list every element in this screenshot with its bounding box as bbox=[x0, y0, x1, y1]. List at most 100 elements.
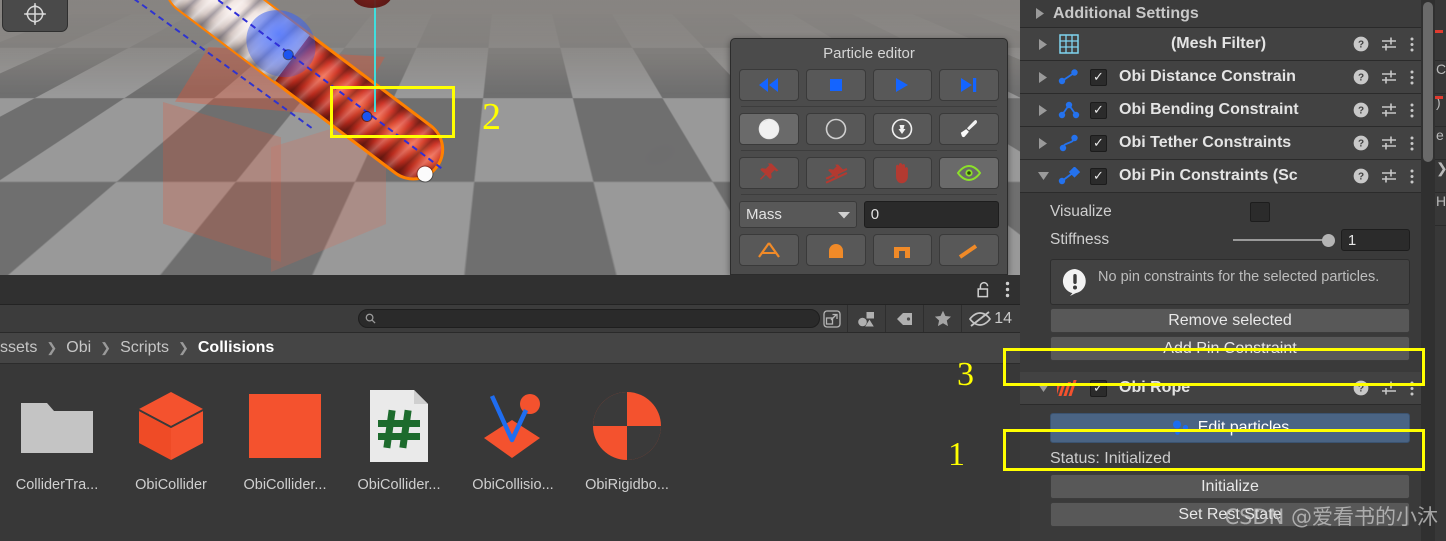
lock-icon[interactable] bbox=[977, 281, 991, 298]
bridge-button[interactable] bbox=[872, 234, 933, 266]
pin-particles-button[interactable] bbox=[739, 157, 799, 189]
component-enabled-checkbox[interactable]: ✓ bbox=[1090, 379, 1107, 397]
component-header-obi-rope[interactable]: ✓ Obi Rope ? bbox=[1020, 372, 1424, 405]
unpin-particles-button[interactable] bbox=[805, 157, 866, 189]
asset-grid: ColliderTra... ObiCollider ObiCollider..… bbox=[0, 364, 1020, 541]
stiffness-row: Stiffness 1 bbox=[1050, 225, 1411, 255]
component-header-obi-distance-constraints[interactable]: ✓ Obi Distance Constrain ? bbox=[1020, 61, 1424, 94]
paint-brush-button[interactable] bbox=[939, 113, 999, 145]
stop-button[interactable] bbox=[805, 69, 866, 101]
visualize-row: Visualize bbox=[1050, 199, 1410, 225]
asset-item[interactable]: ColliderTra... bbox=[0, 386, 114, 541]
unity-editor-window: 2 Particle editor Mass 0 14 ssets ❯ Obi … bbox=[0, 0, 1446, 541]
breadcrumb-item-assets[interactable]: ssets bbox=[0, 339, 37, 357]
kebab-menu-icon[interactable] bbox=[1410, 381, 1414, 396]
help-icon[interactable]: ? bbox=[1353, 135, 1369, 151]
component-enabled-checkbox[interactable]: ✓ bbox=[1090, 134, 1107, 152]
stiffness-value-field[interactable]: 1 bbox=[1340, 229, 1411, 251]
help-icon[interactable]: ? bbox=[1353, 168, 1369, 184]
component-header-obi-pin-constraints[interactable]: ✓ Obi Pin Constraints (Sc ? bbox=[1020, 160, 1424, 193]
component-header-obi-bending-constraints[interactable]: ✓ Obi Bending Constraint ? bbox=[1020, 94, 1424, 127]
backface-culling-button[interactable] bbox=[739, 234, 799, 266]
asset-label: ObiCollider... bbox=[357, 477, 441, 493]
help-icon[interactable]: ? bbox=[1353, 69, 1369, 85]
component-enabled-checkbox[interactable]: ✓ bbox=[1090, 101, 1107, 119]
hand-tool-button[interactable] bbox=[872, 157, 933, 189]
help-box-no-pin-constraints: No pin constraints for the selected part… bbox=[1050, 259, 1410, 305]
kebab-menu-icon[interactable] bbox=[1410, 169, 1414, 184]
move-tool-icon[interactable] bbox=[2, 0, 68, 32]
breadcrumb-item-scripts[interactable]: Scripts bbox=[120, 339, 169, 357]
asset-type-filter-icon[interactable] bbox=[847, 305, 885, 332]
tunnel-button[interactable] bbox=[805, 234, 866, 266]
help-icon[interactable]: ? bbox=[1353, 102, 1369, 118]
search-input[interactable] bbox=[358, 309, 821, 328]
component-actions: ? bbox=[1353, 168, 1424, 184]
kebab-menu-icon[interactable] bbox=[1410, 136, 1414, 151]
component-enabled-checkbox[interactable]: ✓ bbox=[1090, 167, 1107, 185]
chevron-down-icon[interactable] bbox=[1032, 383, 1054, 393]
add-pin-constraint-button[interactable]: Add Pin Constraint bbox=[1050, 336, 1410, 361]
inspector-panel[interactable]: Additional Settings (Mesh Filter) ? ✓ Ob… bbox=[1020, 0, 1446, 541]
asset-item[interactable]: ObiCollider bbox=[114, 386, 228, 541]
preset-icon[interactable] bbox=[1381, 168, 1398, 184]
stiffness-slider[interactable] bbox=[1232, 234, 1335, 247]
property-brush-button[interactable] bbox=[872, 113, 933, 145]
inspector-scrollbar-thumb[interactable] bbox=[1423, 2, 1433, 162]
asset-item[interactable]: ObiCollider... bbox=[228, 386, 342, 541]
stiffness-slider-handle[interactable] bbox=[1321, 234, 1335, 247]
particle-editor-panel[interactable]: Particle editor Mass 0 bbox=[730, 38, 1008, 275]
edit-particles-button[interactable]: Edit particles bbox=[1050, 413, 1410, 443]
highlight-box-viewport bbox=[330, 86, 455, 138]
chevron-right-icon[interactable] bbox=[1032, 71, 1054, 83]
kebab-menu-icon[interactable] bbox=[1410, 37, 1414, 52]
asset-item[interactable]: ObiRigidbo... bbox=[570, 386, 684, 541]
visualize-checkbox[interactable] bbox=[1250, 202, 1270, 222]
kebab-menu-icon[interactable] bbox=[1410, 103, 1414, 118]
component-header-obi-tether-constraints[interactable]: ✓ Obi Tether Constraints ? bbox=[1020, 127, 1424, 160]
component-actions: ? bbox=[1353, 36, 1424, 52]
breadcrumb-item-obi[interactable]: Obi bbox=[66, 339, 91, 357]
rewind-button[interactable] bbox=[739, 69, 799, 101]
preset-icon[interactable] bbox=[1381, 69, 1398, 85]
preset-icon[interactable] bbox=[1381, 36, 1398, 52]
project-browser[interactable]: 14 ssets ❯ Obi ❯ Scripts ❯ Collisions Co… bbox=[0, 275, 1020, 541]
additional-settings-foldout[interactable]: Additional Settings bbox=[1020, 0, 1424, 28]
asset-item[interactable]: ObiCollisio... bbox=[456, 386, 570, 541]
chevron-down-icon bbox=[837, 211, 850, 219]
label-filter-icon[interactable] bbox=[885, 305, 923, 332]
obi-collision-icon bbox=[473, 386, 553, 466]
property-dropdown[interactable]: Mass bbox=[739, 201, 857, 228]
obi-pin-constraints-body: Visualize Stiffness 1 No pin constraints… bbox=[1020, 193, 1424, 372]
kebab-menu-icon[interactable] bbox=[1410, 70, 1414, 85]
chevron-right-icon[interactable] bbox=[1032, 137, 1054, 149]
obi-tether-constraint-icon bbox=[1054, 134, 1084, 152]
chevron-right-icon[interactable] bbox=[1032, 104, 1054, 116]
initialize-button[interactable]: Initialize bbox=[1050, 474, 1410, 499]
select-circle-button[interactable] bbox=[805, 113, 866, 145]
preset-icon[interactable] bbox=[1381, 102, 1398, 118]
step-forward-button[interactable] bbox=[939, 69, 999, 101]
property-value-field[interactable]: 0 bbox=[863, 201, 999, 228]
favorites-filter-icon[interactable] bbox=[923, 305, 961, 332]
asset-item[interactable]: ObiCollider... bbox=[342, 386, 456, 541]
obi-rope-body: Edit particles bbox=[1020, 405, 1424, 445]
select-half-brush-button[interactable] bbox=[739, 113, 799, 145]
help-icon[interactable]: ? bbox=[1353, 380, 1369, 396]
component-header-mesh-filter[interactable]: (Mesh Filter) ? bbox=[1020, 28, 1424, 61]
help-icon[interactable]: ? bbox=[1353, 36, 1369, 52]
preset-icon[interactable] bbox=[1381, 135, 1398, 151]
visibility-toggle-button[interactable] bbox=[939, 157, 999, 189]
chevron-down-icon[interactable] bbox=[1032, 171, 1054, 181]
remove-selected-button[interactable]: Remove selected bbox=[1050, 308, 1410, 333]
chevron-right-icon[interactable] bbox=[1032, 38, 1054, 50]
popout-icon[interactable] bbox=[823, 309, 841, 328]
breadcrumb-item-collisions[interactable]: Collisions bbox=[198, 339, 274, 357]
play-button[interactable] bbox=[872, 69, 933, 101]
hidden-packages-toggle[interactable]: 14 bbox=[961, 305, 1020, 332]
orange-square-icon bbox=[245, 386, 325, 466]
component-enabled-checkbox[interactable]: ✓ bbox=[1090, 68, 1107, 86]
kebab-menu-icon[interactable] bbox=[1005, 281, 1010, 298]
slope-button[interactable] bbox=[939, 234, 999, 266]
preset-icon[interactable] bbox=[1381, 380, 1398, 396]
